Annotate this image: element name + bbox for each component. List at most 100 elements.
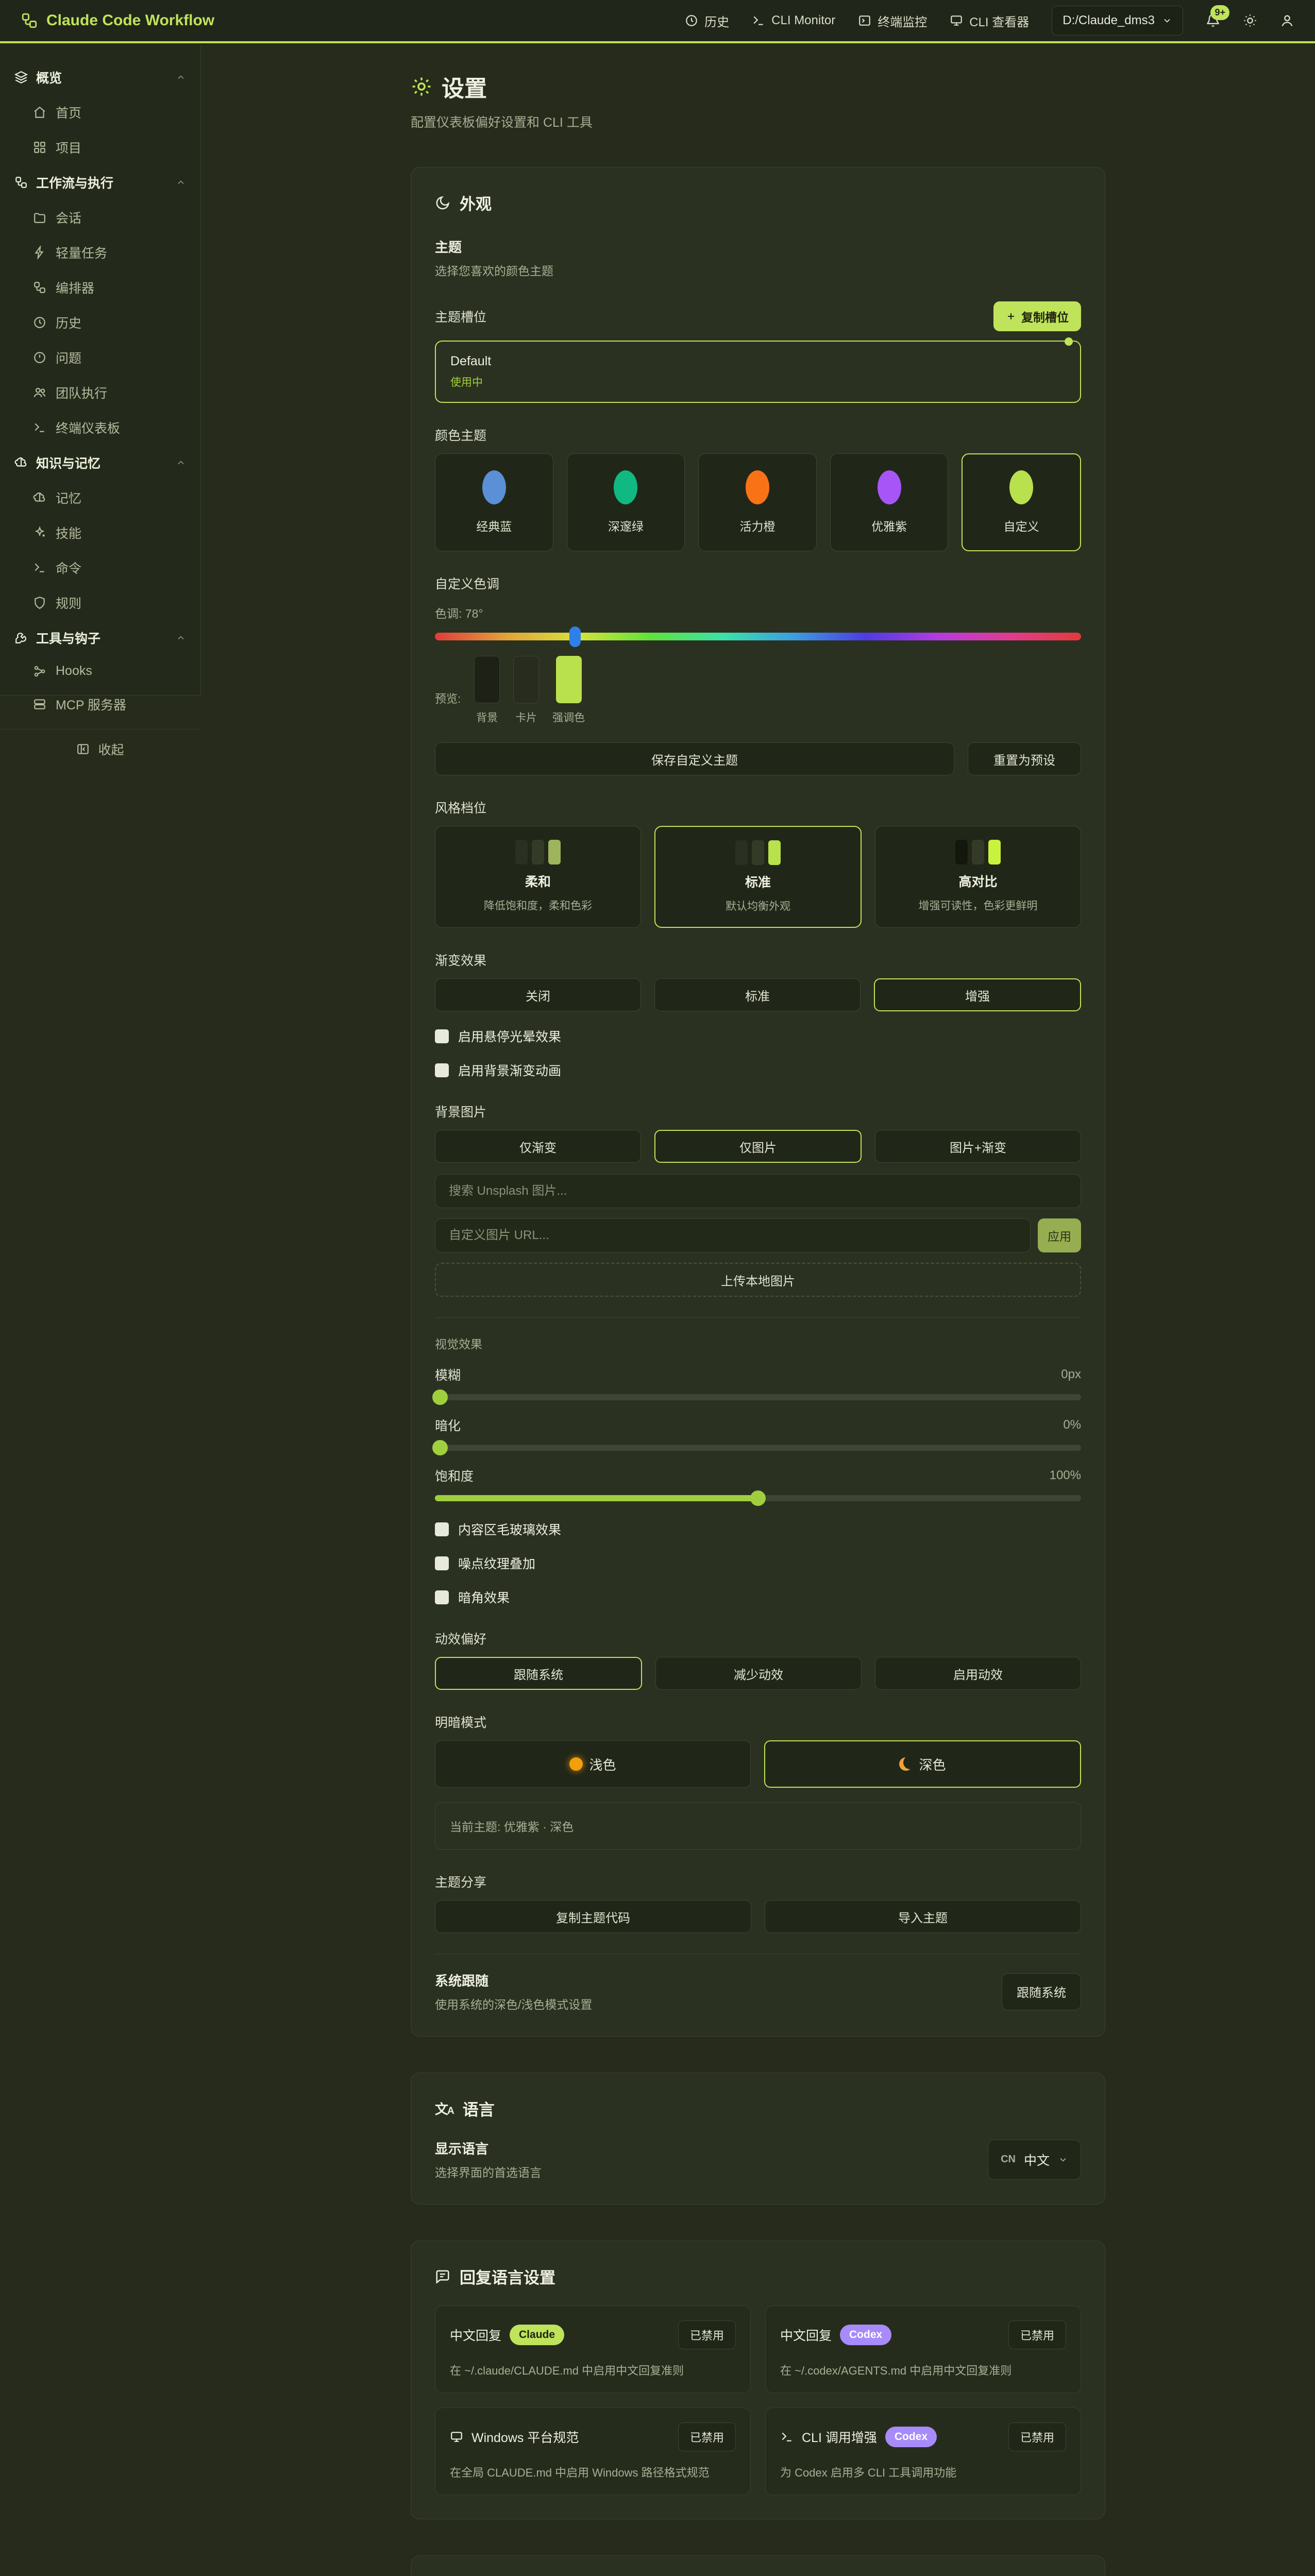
gradient-off-button[interactable]: 关闭 <box>435 978 641 1011</box>
blur-slider-thumb[interactable] <box>432 1389 448 1405</box>
gradient-effect-label: 渐变效果 <box>435 951 1081 969</box>
page-title: 设置 <box>442 70 487 103</box>
swatch-deep-green[interactable]: 深邃绿 <box>567 453 685 551</box>
hover-glow-checkbox[interactable] <box>435 1029 449 1043</box>
swatch-label: 自定义 <box>1004 517 1039 534</box>
upload-local-image-button[interactable]: 上传本地图片 <box>435 1263 1081 1297</box>
reply-codex-disabled-button[interactable]: 已禁用 <box>1008 2320 1066 2349</box>
bg-image-only-button[interactable]: 仅图片 <box>654 1130 862 1163</box>
saturation-slider-thumb[interactable] <box>750 1490 766 1506</box>
reply-card-title: 中文回复 <box>450 2326 501 2344</box>
import-theme-button[interactable]: 导入主题 <box>765 1900 1081 1933</box>
saturation-slider[interactable] <box>435 1495 1081 1501</box>
sidebar-item-commands[interactable]: 命令 <box>0 550 200 585</box>
terminal-icon <box>33 561 46 574</box>
sidebar-item-projects[interactable]: 项目 <box>0 130 200 165</box>
dark-mode-button[interactable]: 深色 <box>764 1740 1081 1788</box>
swatch-label: 深邃绿 <box>608 517 644 534</box>
swatch-custom[interactable]: 自定义 <box>962 453 1081 551</box>
gradient-enhanced-button[interactable]: 增强 <box>874 978 1081 1011</box>
reply-language-card: 回复语言设置 中文回复 Claude 已禁用 在 ~/.claude/CLAUD… <box>411 2241 1105 2519</box>
swatch-vivid-orange[interactable]: 活力橙 <box>698 453 817 551</box>
sidebar-section-workflow[interactable]: 工作流与执行 <box>0 165 200 200</box>
sidebar-item-terminal-dashboard[interactable]: 终端仪表板 <box>0 410 200 445</box>
notifications-button[interactable]: 9+ <box>1206 13 1220 28</box>
hover-glow-checkbox-row[interactable]: 启用悬停光晕效果 <box>435 1027 1081 1045</box>
nav-terminal-monitor[interactable]: 终端监控 <box>858 12 927 30</box>
sidebar-item-skills[interactable]: 技能 <box>0 515 200 550</box>
darken-slider[interactable] <box>435 1445 1081 1451</box>
light-mode-button[interactable]: 浅色 <box>435 1740 751 1788</box>
sidebar-item-sessions[interactable]: 会话 <box>0 200 200 235</box>
chevron-up-icon <box>176 633 186 643</box>
system-follow-button[interactable]: 跟随系统 <box>1002 1973 1081 2010</box>
project-selector[interactable]: D:/Claude_dms3 <box>1052 6 1183 36</box>
sidebar-item-home[interactable]: 首页 <box>0 95 200 130</box>
motion-follow-system-button[interactable]: 跟随系统 <box>435 1657 642 1690</box>
apply-url-button[interactable]: 应用 <box>1038 1218 1081 1252</box>
nav-history[interactable]: 历史 <box>685 12 729 30</box>
custom-image-url-input[interactable] <box>435 1218 1031 1252</box>
darken-slider-thumb[interactable] <box>432 1440 448 1455</box>
reply-cli-disabled-button[interactable]: 已禁用 <box>1008 2422 1066 2451</box>
motion-reduce-button[interactable]: 减少动效 <box>655 1657 862 1690</box>
theme-toggle-button[interactable] <box>1243 13 1257 28</box>
bg-image-gradient-button[interactable]: 图片+渐变 <box>875 1130 1081 1163</box>
motion-enable-button[interactable]: 启用动效 <box>875 1657 1081 1690</box>
sidebar-item-rules[interactable]: 规则 <box>0 585 200 620</box>
bg-animation-checkbox[interactable] <box>435 1063 449 1077</box>
glass-checkbox-row[interactable]: 内容区毛玻璃效果 <box>435 1520 1081 1538</box>
hue-slider-thumb[interactable] <box>569 626 581 647</box>
swatch-classic-blue[interactable]: 经典蓝 <box>435 453 553 551</box>
user-menu-button[interactable] <box>1280 13 1294 28</box>
sidebar-section-tools[interactable]: 工具与钩子 <box>0 620 200 655</box>
style-soft[interactable]: 柔和 降低饱和度，柔和色彩 <box>435 826 641 928</box>
sidebar-section-overview[interactable]: 概览 <box>0 60 200 95</box>
sidebar-item-orchestrator[interactable]: 编排器 <box>0 270 200 305</box>
vignette-checkbox-row[interactable]: 暗角效果 <box>435 1588 1081 1606</box>
copy-theme-code-button[interactable]: 复制主题代码 <box>435 1900 751 1933</box>
alert-circle-icon <box>33 351 46 364</box>
nav-cli-monitor[interactable]: CLI Monitor <box>752 13 835 28</box>
sidebar-item-issues[interactable]: 问题 <box>0 340 200 375</box>
sidebar-item-label: 问题 <box>56 348 81 367</box>
sidebar-item-mcp-servers[interactable]: MCP 服务器 <box>0 687 200 722</box>
sidebar-item-team-execution[interactable]: 团队执行 <box>0 375 200 410</box>
blur-slider[interactable] <box>435 1394 1081 1400</box>
noise-checkbox[interactable] <box>435 1556 449 1570</box>
sidebar-collapse-button[interactable]: 收起 <box>0 729 200 769</box>
unsplash-search-input[interactable] <box>435 1174 1081 1208</box>
vignette-checkbox[interactable] <box>435 1590 449 1604</box>
reply-windows-disabled-button[interactable]: 已禁用 <box>678 2422 736 2451</box>
sidebar-item-label: 编排器 <box>56 278 94 297</box>
language-region: CN <box>1001 2154 1016 2165</box>
hue-slider[interactable] <box>435 633 1081 640</box>
style-standard[interactable]: 标准 默认均衡外观 <box>654 826 862 928</box>
sidebar-item-memory[interactable]: 记忆 <box>0 480 200 515</box>
swatch-elegant-purple[interactable]: 优雅紫 <box>830 453 949 551</box>
gradient-standard-button[interactable]: 标准 <box>654 978 861 1011</box>
reply-card-cli-enhance: CLI 调用增强 Codex 已禁用 为 Codex 启用多 CLI 工具调用功… <box>765 2408 1081 2495</box>
save-custom-theme-button[interactable]: 保存自定义主题 <box>435 742 954 775</box>
sidebar-item-light-tasks[interactable]: 轻量任务 <box>0 235 200 270</box>
sidebar-item-hooks[interactable]: Hooks <box>0 655 200 687</box>
reset-preset-button[interactable]: 重置为预设 <box>968 742 1081 775</box>
bg-gradient-only-button[interactable]: 仅渐变 <box>435 1130 641 1163</box>
noise-checkbox-row[interactable]: 噪点纹理叠加 <box>435 1554 1081 1572</box>
copy-slot-button[interactable]: 复制槽位 <box>993 301 1081 331</box>
save-custom-theme-label: 保存自定义主题 <box>651 750 738 768</box>
reply-card-desc: 在 ~/.claude/CLAUDE.md 中启用中文回复准则 <box>450 2362 736 2378</box>
style-high-contrast[interactable]: 高对比 增强可读性，色彩更鲜明 <box>875 826 1081 928</box>
slot-active-dot <box>1065 337 1073 346</box>
shield-icon <box>33 596 46 609</box>
bg-animation-checkbox-row[interactable]: 启用背景渐变动画 <box>435 1061 1081 1079</box>
dark-mode-label: 深色 <box>919 1755 946 1774</box>
sidebar-item-history[interactable]: 历史 <box>0 305 200 340</box>
theme-slot-default[interactable]: Default 使用中 <box>435 341 1081 403</box>
sidebar-section-knowledge[interactable]: 知识与记忆 <box>0 445 200 480</box>
nav-cli-viewer[interactable]: CLI 查看器 <box>950 12 1029 30</box>
preview-accent-swatch <box>556 656 582 703</box>
display-language-select[interactable]: CN 中文 <box>988 2140 1081 2180</box>
glass-checkbox[interactable] <box>435 1522 449 1536</box>
reply-claude-disabled-button[interactable]: 已禁用 <box>678 2320 736 2349</box>
